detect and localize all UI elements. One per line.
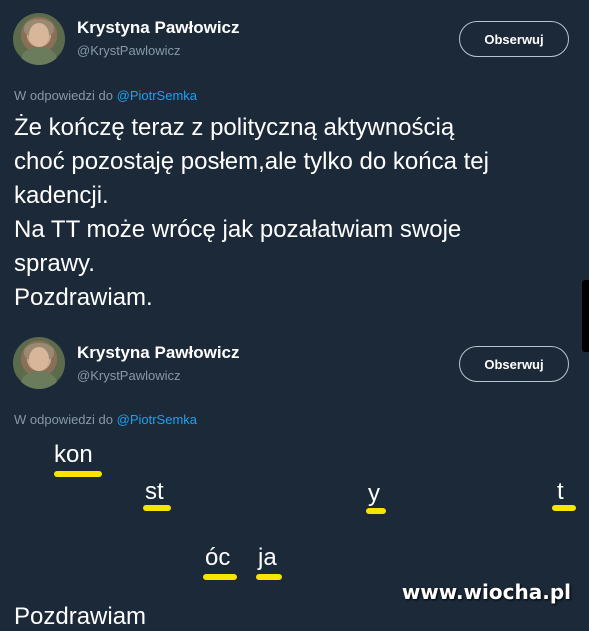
fragment-kon: kon xyxy=(54,441,93,468)
fragment-ja: ja xyxy=(258,544,277,571)
tweet-line: Na TT może wrócę jak pozałatwiam swoje xyxy=(14,216,462,243)
author-name[interactable]: Krystyna Pawłowicz xyxy=(77,343,240,363)
reply-prefix: W odpowiedzi do xyxy=(14,88,117,103)
highlight-underline xyxy=(366,508,386,514)
follow-button[interactable]: Obserwuj xyxy=(459,21,569,57)
highlight-underline xyxy=(54,471,102,477)
reply-prefix: W odpowiedzi do xyxy=(14,412,117,427)
avatar[interactable] xyxy=(13,13,65,65)
author-name[interactable]: Krystyna Pawłowicz xyxy=(77,18,240,38)
author-handle[interactable]: @KrystPawlowicz xyxy=(77,368,181,383)
highlight-underline xyxy=(203,574,237,580)
tweet-line: sprawy. xyxy=(14,250,95,277)
follow-button[interactable]: Obserwuj xyxy=(459,346,569,382)
fragment-y: y xyxy=(368,480,380,507)
cut-off-text: Pozdrawiam xyxy=(14,603,147,630)
reply-context: W odpowiedzi do @PiotrSemka xyxy=(14,412,197,427)
highlight-underline xyxy=(256,574,282,580)
avatar[interactable] xyxy=(13,337,65,389)
tweet-line: choć pozostaję posłem,ale tylko do końca… xyxy=(14,148,489,175)
fragment-st: st xyxy=(145,478,164,505)
watermark: www.wiocha.pl xyxy=(401,580,571,604)
tweet-line: Pozdrawiam. xyxy=(14,284,153,311)
scrollbar[interactable] xyxy=(582,280,589,352)
tweet-line: kadencji. xyxy=(14,182,109,209)
tweet-line: Że kończę teraz z polityczną aktywnością xyxy=(14,114,455,141)
reply-mention-link[interactable]: @PiotrSemka xyxy=(117,412,197,427)
fragment-t: t xyxy=(557,478,564,505)
highlight-underline xyxy=(552,505,576,511)
avatar-shirt xyxy=(21,371,57,389)
author-handle[interactable]: @KrystPawlowicz xyxy=(77,43,181,58)
avatar-face xyxy=(29,23,49,47)
fragment-oc: óc xyxy=(205,544,231,571)
reply-mention-link[interactable]: @PiotrSemka xyxy=(117,88,197,103)
avatar-shirt xyxy=(21,47,57,65)
avatar-face xyxy=(29,347,49,371)
highlight-underline xyxy=(143,505,171,511)
reply-context: W odpowiedzi do @PiotrSemka xyxy=(14,88,197,103)
